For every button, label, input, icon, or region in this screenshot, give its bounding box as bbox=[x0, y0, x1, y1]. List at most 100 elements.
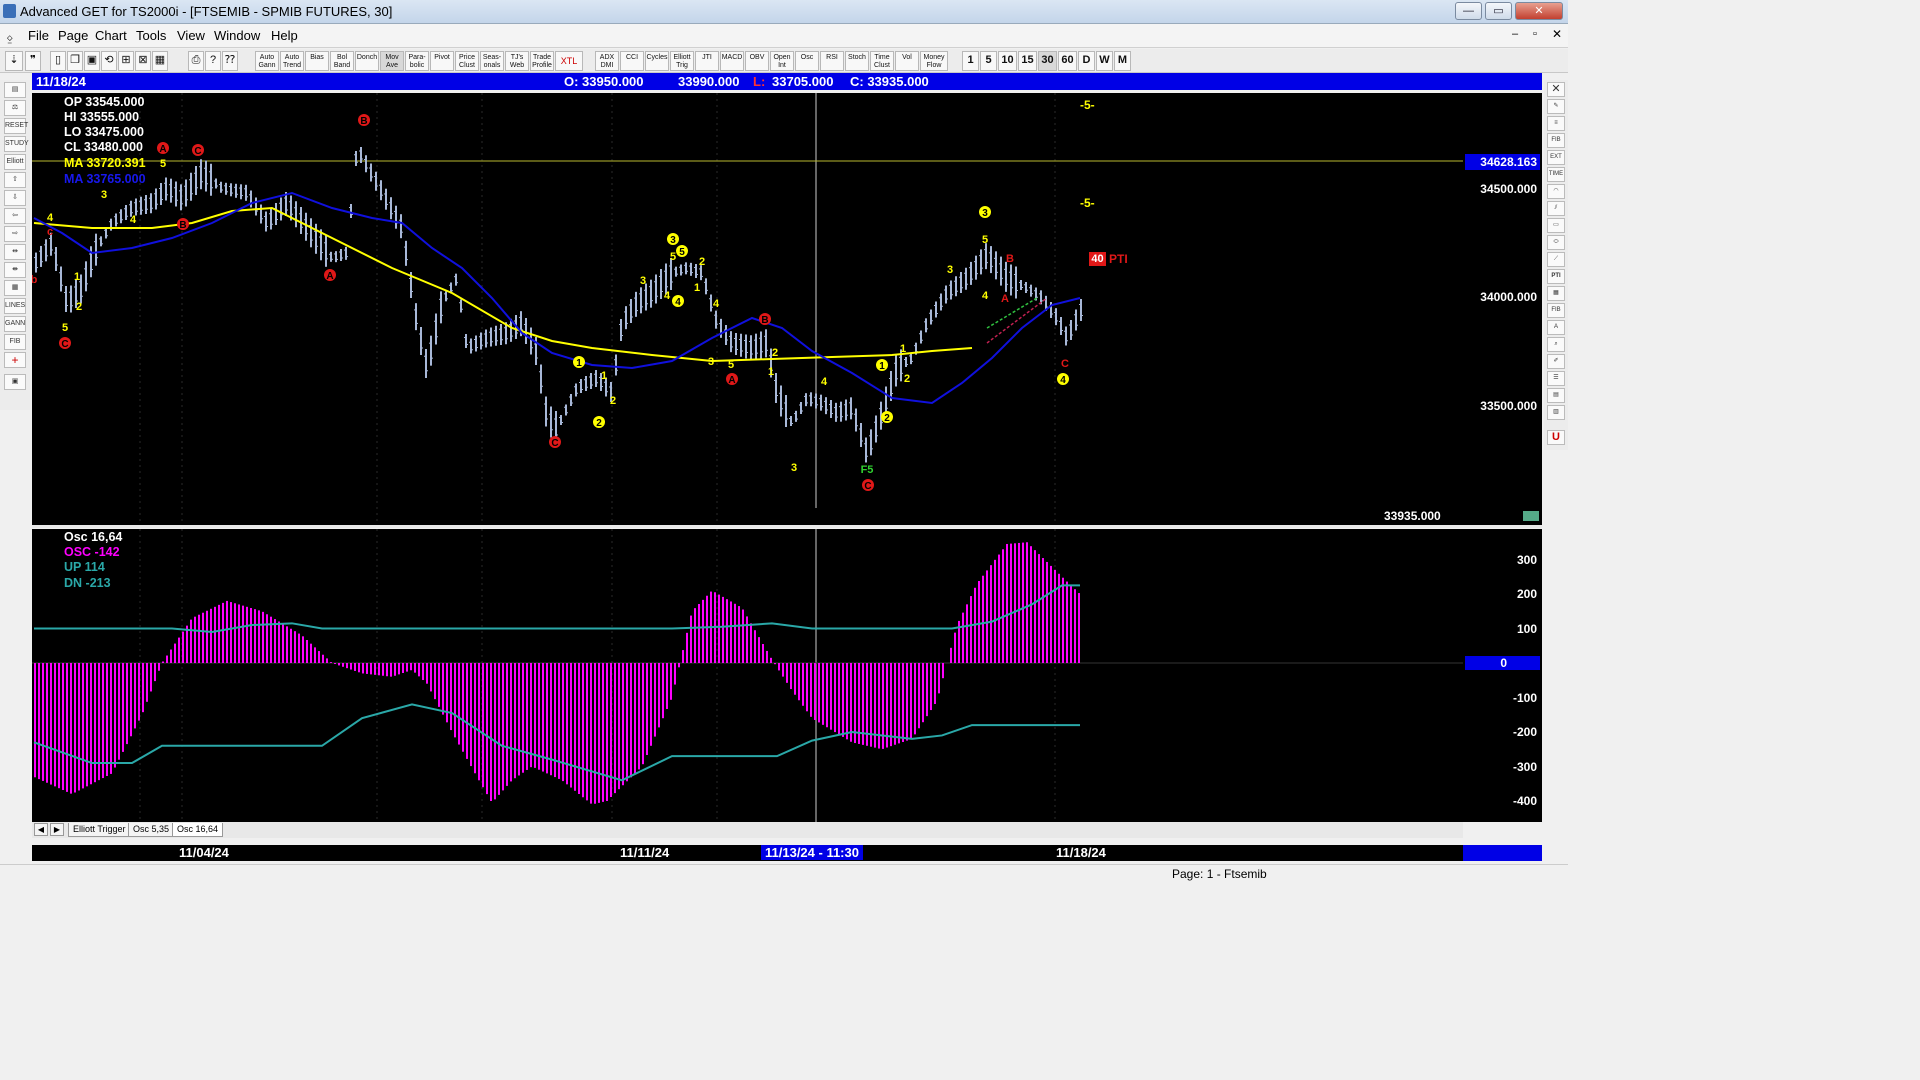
save-icon[interactable]: ▣ bbox=[4, 374, 26, 390]
interval-15-button[interactable]: 15 bbox=[1018, 51, 1037, 71]
menu-help[interactable]: Help bbox=[271, 28, 298, 43]
link-icon[interactable]: ⊞ bbox=[118, 51, 134, 71]
copy-icon[interactable]: ❐ bbox=[67, 51, 83, 71]
study-money-flow-button[interactable]: Money Flow bbox=[920, 51, 948, 71]
list-icon[interactable]: ☰ bbox=[1547, 371, 1565, 386]
study-price-clust-button[interactable]: Price Clust bbox=[455, 51, 479, 71]
ellipse-icon[interactable]: ⬭ bbox=[1547, 235, 1565, 250]
interval-5-button[interactable]: 5 bbox=[980, 51, 997, 71]
mdi-close-button[interactable]: ✕ bbox=[1552, 27, 1562, 41]
reset-icon[interactable]: RESET bbox=[4, 118, 28, 134]
study-rsi-button[interactable]: RSI bbox=[820, 51, 844, 71]
interval-1-button[interactable]: 1 bbox=[962, 51, 979, 71]
gann-icon[interactable]: GANN bbox=[4, 316, 26, 332]
fib-ext-icon[interactable]: EXT bbox=[1547, 150, 1565, 165]
interval-60-button[interactable]: 60 bbox=[1058, 51, 1077, 71]
folder-icon[interactable]: ▤ bbox=[4, 82, 26, 98]
menu-chart[interactable]: Chart bbox=[95, 28, 127, 43]
table-icon[interactable]: ▤ bbox=[1547, 388, 1565, 403]
pencil-icon[interactable]: ✎ bbox=[1547, 99, 1565, 114]
arrow-right-icon[interactable]: ⇨ bbox=[4, 226, 26, 242]
oscillator-pane[interactable]: Osc 16,64 OSC -142 UP 114 DN -213 bbox=[32, 529, 1463, 822]
study-pivot-button[interactable]: Pivot bbox=[430, 51, 454, 71]
tab-scroll-right-icon[interactable]: ▶ bbox=[50, 823, 64, 836]
maximize-button[interactable]: ▭ bbox=[1485, 2, 1512, 20]
pane-divider[interactable] bbox=[32, 525, 1542, 528]
menu-page[interactable]: Page bbox=[58, 28, 88, 43]
context-help-icon[interactable]: ⁇ bbox=[222, 51, 238, 71]
arrow-up-icon[interactable]: ⇧ bbox=[4, 172, 26, 188]
magnet-icon[interactable]: U bbox=[1547, 430, 1565, 445]
study-xtl-button[interactable]: XTL bbox=[555, 51, 583, 71]
interval-10-button[interactable]: 10 bbox=[998, 51, 1017, 71]
new-page-icon[interactable]: ▯ bbox=[50, 51, 66, 71]
menu-window[interactable]: Window bbox=[214, 28, 260, 43]
study-icon[interactable]: STUDY bbox=[4, 136, 29, 152]
interval-daily-button[interactable]: D bbox=[1078, 51, 1095, 71]
delete-icon[interactable]: ⊠ bbox=[135, 51, 151, 71]
interval-monthly-button[interactable]: M bbox=[1114, 51, 1131, 71]
menu-view[interactable]: View bbox=[177, 28, 205, 43]
study-tj-web-button[interactable]: TJ's Web bbox=[505, 51, 529, 71]
mdi-restore-button[interactable]: ▫ bbox=[1533, 28, 1537, 40]
study-auto-gann-button[interactable]: Auto Gann bbox=[255, 51, 279, 71]
sheet-icon[interactable]: ▥ bbox=[1547, 405, 1565, 420]
study-cycles-button[interactable]: Cycles bbox=[645, 51, 669, 71]
study-donch-button[interactable]: Donch bbox=[355, 51, 379, 71]
study-bias-button[interactable]: Bias bbox=[305, 51, 329, 71]
quote-icon[interactable]: ❞ bbox=[25, 51, 41, 71]
fib-time-icon[interactable]: TIME bbox=[1547, 167, 1565, 182]
help-icon[interactable]: ? bbox=[205, 51, 221, 71]
fib-icon[interactable]: FIB bbox=[4, 334, 26, 350]
study-auto-trend-button[interactable]: Auto Trend bbox=[280, 51, 304, 71]
study-obv-button[interactable]: OBV bbox=[745, 51, 769, 71]
study-open-int-button[interactable]: Open Int bbox=[770, 51, 794, 71]
study-vol-button[interactable]: Vol bbox=[895, 51, 919, 71]
pti-icon[interactable]: PTI bbox=[1547, 269, 1565, 284]
study-elliott-trig-button[interactable]: Elliott Trig bbox=[670, 51, 694, 71]
arrow-left-icon[interactable]: ⇦ bbox=[4, 208, 26, 224]
study-trade-profile-button[interactable]: Trade Profile bbox=[530, 51, 554, 71]
minimize-button[interactable]: — bbox=[1455, 2, 1482, 20]
chart-settings-icon[interactable] bbox=[1523, 511, 1539, 521]
tab-osc-16-64[interactable]: Osc 16,64 bbox=[172, 823, 224, 837]
arrow-down-icon[interactable]: ⇩ bbox=[4, 190, 26, 206]
tab-osc-5-35[interactable]: Osc 5,35 bbox=[128, 823, 175, 837]
fib-ret-icon[interactable]: FIB bbox=[1547, 133, 1565, 148]
study-time-clust-button[interactable]: Time Clust bbox=[870, 51, 894, 71]
print-icon[interactable]: ⎙ bbox=[188, 51, 204, 71]
paint-icon[interactable]: ✐ bbox=[1547, 354, 1565, 369]
fib-box-icon[interactable]: FIB bbox=[1547, 303, 1565, 318]
elliott-icon[interactable]: Elliott bbox=[4, 154, 26, 170]
interval-30-button[interactable]: 30 bbox=[1038, 51, 1057, 71]
study-seasonals-button[interactable]: Seas-onals bbox=[480, 51, 504, 71]
scales-icon[interactable]: ⚖ bbox=[4, 100, 26, 116]
study-parabolic-button[interactable]: Para-bolic bbox=[405, 51, 429, 71]
grid-icon[interactable]: ▦ bbox=[152, 51, 168, 71]
study-osc-button[interactable]: Osc bbox=[795, 51, 819, 71]
pointer-tool-icon[interactable]: ⇣ bbox=[5, 51, 23, 71]
close-button[interactable]: ✕ bbox=[1515, 2, 1563, 20]
expand-icon[interactable]: ⇹ bbox=[4, 244, 26, 260]
study-adx-dmi-button[interactable]: ADX DMI bbox=[595, 51, 619, 71]
text-icon[interactable]: A bbox=[1547, 320, 1565, 335]
compress-icon[interactable]: ⇼ bbox=[4, 262, 26, 278]
open-icon[interactable]: ▣ bbox=[84, 51, 100, 71]
close-x-icon[interactable]: ✕ bbox=[1547, 82, 1565, 97]
menu-file[interactable]: File bbox=[28, 28, 49, 43]
window-icon[interactable]: ▦ bbox=[4, 280, 26, 296]
study-jti-button[interactable]: JTI bbox=[695, 51, 719, 71]
refresh-icon[interactable]: ⟲ bbox=[101, 51, 117, 71]
speed-lines-icon[interactable]: ⟋ bbox=[1547, 252, 1565, 267]
price-chart-pane[interactable]: b c 4 5 C 1 2 3 4 5 A C B A B 1 1 2 2 C 3 4 3 5 5 4 2 1 4 B 3 5 A 2 1 3 4 F5 C… bbox=[32, 93, 1463, 525]
menu-tools[interactable]: Tools bbox=[136, 28, 166, 43]
study-bol-band-button[interactable]: Bol Band bbox=[330, 51, 354, 71]
mdi-minimize-button[interactable]: – bbox=[1512, 28, 1518, 40]
study-mov-ave-button[interactable]: Mov Ave bbox=[380, 51, 404, 71]
lines-icon[interactable]: LINES bbox=[4, 298, 26, 314]
interval-weekly-button[interactable]: W bbox=[1096, 51, 1113, 71]
tab-scroll-left-icon[interactable]: ◀ bbox=[34, 823, 48, 836]
channel-icon[interactable]: ⫽ bbox=[1547, 201, 1565, 216]
zoom-icon[interactable]: ⌕ bbox=[1547, 337, 1565, 352]
box-icon[interactable]: ▭ bbox=[1547, 218, 1565, 233]
